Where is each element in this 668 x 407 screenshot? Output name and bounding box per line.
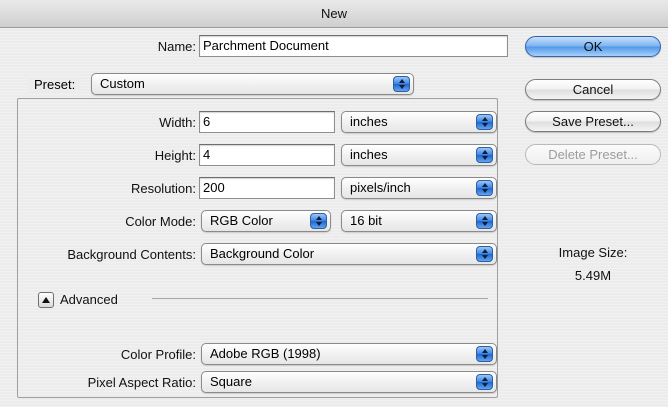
image-size-label: Image Size: [558,245,628,260]
select-arrows-icon [476,213,493,229]
select-arrows-icon [393,76,410,92]
height-unit-select[interactable]: inches [341,144,497,166]
pixel-aspect-ratio-select[interactable]: Square [201,371,497,393]
height-label: Height: [154,148,196,163]
advanced-label: Advanced [60,292,118,307]
resolution-unit-select[interactable]: pixels/inch [341,177,497,199]
width-unit-select[interactable]: inches [341,111,497,133]
new-document-dialog: Name: Parchment Document Preset: Custom … [0,28,668,407]
bit-depth-value: 16 bit [350,213,382,228]
pixel-aspect-ratio-label: Pixel Aspect Ratio: [87,375,196,390]
select-arrows-icon [476,246,493,262]
background-contents-label: Background Contents: [67,247,196,262]
ok-button[interactable]: OK [525,36,661,57]
width-field[interactable]: 6 [199,111,335,133]
background-contents-value: Background Color [210,246,315,261]
preset-select-value: Custom [100,76,145,91]
select-arrows-icon [476,346,493,362]
select-arrows-icon [476,114,493,130]
height-field[interactable]: 4 [199,144,335,166]
color-mode-label: Color Mode: [125,214,196,229]
width-unit-value: inches [350,114,388,129]
save-preset-button[interactable]: Save Preset... [525,111,661,132]
color-profile-label: Color Profile: [120,347,196,362]
select-arrows-icon [476,180,493,196]
preset-select[interactable]: Custom [91,73,414,95]
preset-label: Preset: [28,77,82,92]
width-label: Width: [159,115,196,130]
resolution-field[interactable]: 200 [199,177,335,199]
color-mode-value: RGB Color [210,213,273,228]
advanced-disclosure-toggle[interactable] [38,292,54,308]
resolution-label: Resolution: [130,181,196,196]
window-title: New [320,6,347,21]
color-mode-select[interactable]: RGB Color [201,210,331,232]
pixel-aspect-ratio-value: Square [210,374,252,389]
advanced-divider [152,298,488,299]
bit-depth-select[interactable]: 16 bit [341,210,497,232]
select-arrows-icon [476,374,493,390]
window-titlebar: New [0,0,668,28]
select-arrows-icon [310,213,327,229]
image-size-value: 5.49M [574,268,612,283]
name-label: Name: [157,39,196,54]
cancel-button[interactable]: Cancel [525,79,661,100]
delete-preset-button: Delete Preset... [525,144,661,165]
background-contents-select[interactable]: Background Color [201,243,497,265]
color-profile-value: Adobe RGB (1998) [210,346,321,361]
select-arrows-icon [476,147,493,163]
color-profile-select[interactable]: Adobe RGB (1998) [201,343,497,365]
resolution-unit-value: pixels/inch [350,180,411,195]
name-field[interactable]: Parchment Document [199,35,508,57]
height-unit-value: inches [350,147,388,162]
